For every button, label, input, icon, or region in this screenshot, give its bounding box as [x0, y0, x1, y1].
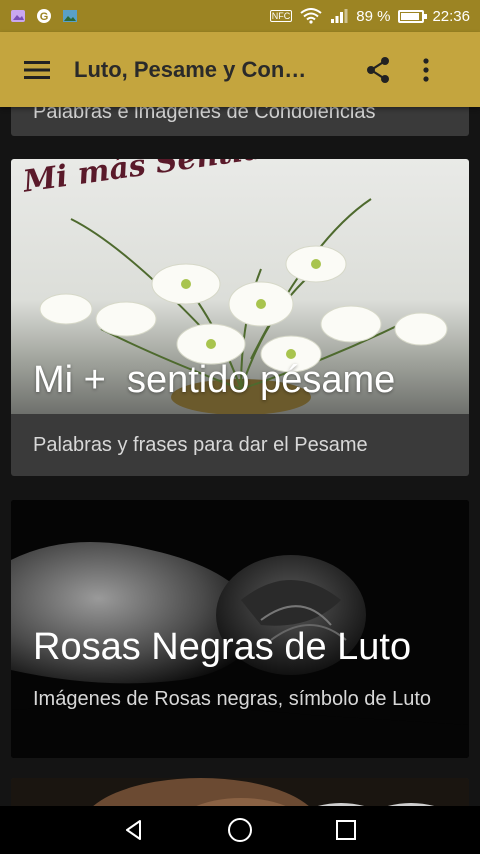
navigation-bar — [0, 806, 480, 854]
card-sentido-pesame[interactable]: Mi más Sentido Pésame... Mi + sentido pé… — [11, 159, 469, 476]
card-description: Palabras e imágenes de Condolencias — [33, 107, 376, 123]
page-title: Luto, Pesame y Con… — [74, 56, 307, 82]
system-status: NFC 89 % 22:36 — [269, 7, 470, 25]
back-button[interactable] — [81, 806, 187, 854]
more-options-button[interactable] — [404, 32, 448, 107]
card-title: Rosas Negras de Luto — [33, 626, 412, 668]
battery-percent: 89 % — [356, 7, 391, 25]
menu-icon — [24, 60, 50, 79]
gallery-icon — [11, 10, 25, 22]
battery-icon — [398, 9, 428, 23]
share-button[interactable] — [358, 32, 398, 107]
card-description: Imágenes de Rosas negras, símbolo de Lut… — [33, 688, 432, 710]
more-vert-icon — [423, 57, 429, 82]
card-partial[interactable] — [11, 778, 469, 806]
app-bar: Luto, Pesame y Con… — [0, 32, 480, 107]
notification-icons: G — [10, 8, 78, 24]
card-condolencias[interactable]: Palabras e imágenes de Condolencias — [11, 107, 469, 136]
share-icon — [367, 56, 389, 83]
recents-button[interactable] — [293, 806, 399, 854]
clock: 22:36 — [432, 7, 470, 25]
google-icon: G — [37, 9, 51, 23]
menu-button[interactable] — [0, 32, 74, 107]
black-rose-image: Rosas Negras de Luto Imágenes de Rosas n… — [11, 500, 469, 758]
partial-card-image — [11, 778, 469, 806]
home-icon — [228, 818, 252, 842]
image-icon — [63, 10, 77, 22]
wifi-icon — [300, 8, 322, 24]
status-bar: G NFC 89 % 22:36 — [0, 0, 480, 32]
signal-icon — [331, 9, 348, 23]
card-title: Mi + sentido pésame — [33, 359, 396, 401]
content-list[interactable]: Palabras e imágenes de Condolencias Mi +… — [0, 107, 480, 806]
home-button[interactable] — [187, 806, 293, 854]
svg-text:G: G — [40, 11, 49, 23]
card-description: Palabras y frases para dar el Pesame — [33, 434, 368, 456]
recents-icon — [336, 820, 356, 840]
nfc-icon: NFC — [269, 10, 293, 22]
back-icon — [126, 820, 141, 840]
card-rosas-negras[interactable]: Rosas Negras de Luto Imágenes de Rosas n… — [11, 500, 469, 758]
flowers-image: Mi más Sentido Pésame... Mi + sentido pé… — [11, 159, 469, 414]
